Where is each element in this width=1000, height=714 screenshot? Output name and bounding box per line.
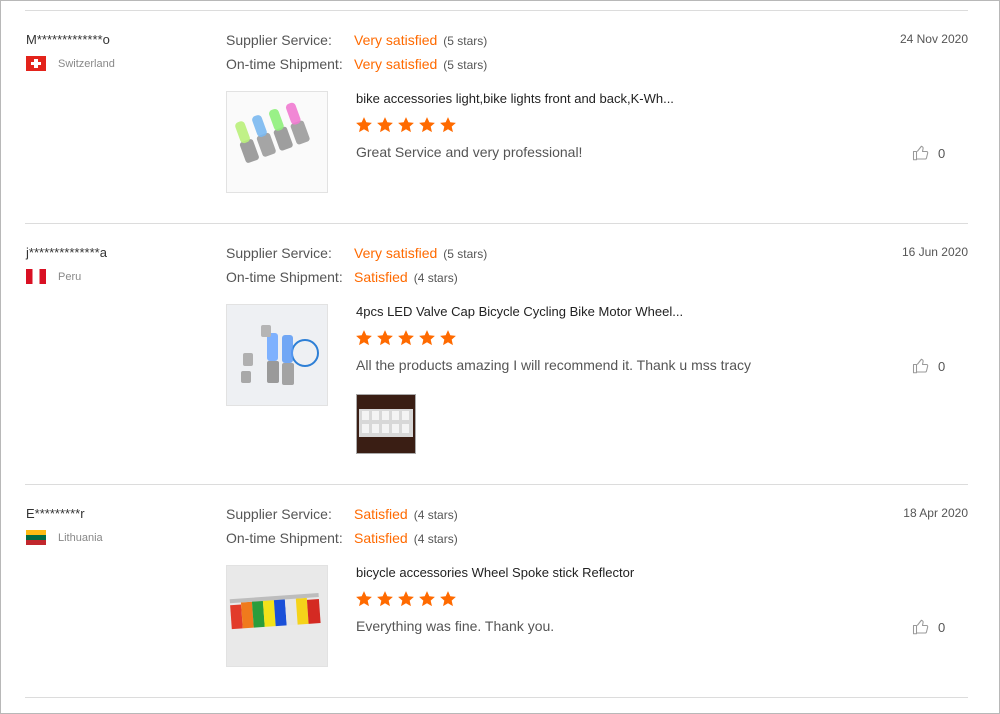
star-icon	[356, 591, 372, 607]
ontime-shipment-value: Satisfied	[354, 530, 408, 546]
thumbs-up-icon	[912, 619, 929, 635]
review-comment: Everything was fine. Thank you.	[356, 618, 555, 634]
product-rating-stars	[355, 116, 457, 134]
review-date: 18 Apr 2020	[903, 506, 968, 520]
star-icon	[419, 117, 435, 133]
star-icon	[356, 117, 372, 133]
ontime-shipment-label: On-time Shipment:	[226, 530, 343, 546]
thumbs-up-icon	[912, 358, 929, 374]
product-title-link[interactable]: bike accessories light,bike lights front…	[356, 91, 674, 106]
supplier-service-label: Supplier Service:	[226, 506, 332, 522]
star-icon	[398, 330, 414, 346]
ontime-shipment-count: (4 stars)	[413, 532, 458, 546]
star-icon	[377, 330, 393, 346]
divider	[25, 697, 968, 698]
star-icon	[440, 330, 456, 346]
review-date: 24 Nov 2020	[899, 32, 968, 46]
star-icon	[419, 330, 435, 346]
lithuania-flag-icon	[26, 530, 46, 545]
star-icon	[356, 330, 372, 346]
supplier-service-count: (5 stars)	[443, 247, 488, 261]
ontime-shipment-rating: On-time Shipment: Satisfied (4 stars)	[226, 269, 458, 285]
reviewer-country: Peru	[26, 269, 81, 284]
supplier-service-label: Supplier Service:	[226, 32, 332, 48]
reviewer-country: Lithuania	[26, 530, 103, 545]
product-thumbnail[interactable]	[226, 565, 328, 667]
supplier-service-label: Supplier Service:	[226, 245, 332, 261]
helpful-button[interactable]: 0	[912, 144, 945, 162]
product-title-link[interactable]: 4pcs LED Valve Cap Bicycle Cycling Bike …	[356, 304, 683, 319]
supplier-service-value: Very satisfied	[354, 32, 438, 48]
ontime-shipment-rating: On-time Shipment: Satisfied (4 stars)	[226, 530, 458, 546]
helpful-count: 0	[938, 619, 946, 635]
helpful-button[interactable]: 0	[912, 618, 945, 636]
ontime-shipment-rating: On-time Shipment: Very satisfied (5 stars)	[226, 56, 487, 72]
reviewer-name: E*********r	[26, 506, 85, 521]
supplier-service-rating: Supplier Service: Very satisfied (5 stars)	[226, 245, 487, 261]
product-thumbnail[interactable]	[226, 304, 328, 406]
ontime-shipment-count: (5 stars)	[443, 58, 488, 72]
review-comment: Great Service and very professional!	[356, 144, 583, 160]
star-icon	[377, 591, 393, 607]
divider	[25, 10, 968, 11]
reviewer-name: j**************a	[26, 245, 107, 260]
switzerland-flag-icon	[26, 56, 46, 71]
supplier-service-count: (5 stars)	[443, 34, 488, 48]
divider	[25, 484, 968, 485]
helpful-button[interactable]: 0	[912, 357, 945, 375]
supplier-service-rating: Supplier Service: Very satisfied (5 stars)	[226, 32, 487, 48]
peru-flag-icon	[26, 269, 46, 284]
reviewer-country: Switzerland	[26, 56, 115, 71]
product-title-link[interactable]: bicycle accessories Wheel Spoke stick Re…	[356, 565, 634, 580]
star-icon	[398, 591, 414, 607]
product-rating-stars	[355, 590, 457, 608]
supplier-service-value: Satisfied	[354, 506, 408, 522]
product-thumbnail[interactable]	[226, 91, 328, 193]
country-name: Switzerland	[58, 57, 115, 70]
ontime-shipment-value: Very satisfied	[354, 56, 438, 72]
product-rating-stars	[355, 329, 457, 347]
star-icon	[419, 591, 435, 607]
star-icon	[377, 117, 393, 133]
divider	[25, 223, 968, 224]
thumbs-up-icon	[912, 145, 929, 161]
star-icon	[440, 591, 456, 607]
supplier-service-rating: Supplier Service: Satisfied (4 stars)	[226, 506, 458, 522]
ontime-shipment-count: (4 stars)	[413, 271, 458, 285]
ontime-shipment-label: On-time Shipment:	[226, 56, 343, 72]
country-name: Peru	[58, 270, 82, 283]
review-photo-thumbnail[interactable]	[356, 394, 416, 454]
review-comment: All the products amazing I will recommen…	[356, 357, 752, 373]
helpful-count: 0	[938, 358, 946, 374]
supplier-service-count: (4 stars)	[413, 508, 458, 522]
country-name: Lithuania	[58, 531, 103, 544]
star-icon	[398, 117, 414, 133]
review-date: 16 Jun 2020	[901, 245, 968, 259]
ontime-shipment-value: Satisfied	[354, 269, 408, 285]
star-icon	[440, 117, 456, 133]
helpful-count: 0	[938, 145, 946, 161]
ontime-shipment-label: On-time Shipment:	[226, 269, 343, 285]
reviewer-name: M*************o	[26, 32, 110, 47]
supplier-service-value: Very satisfied	[354, 245, 438, 261]
